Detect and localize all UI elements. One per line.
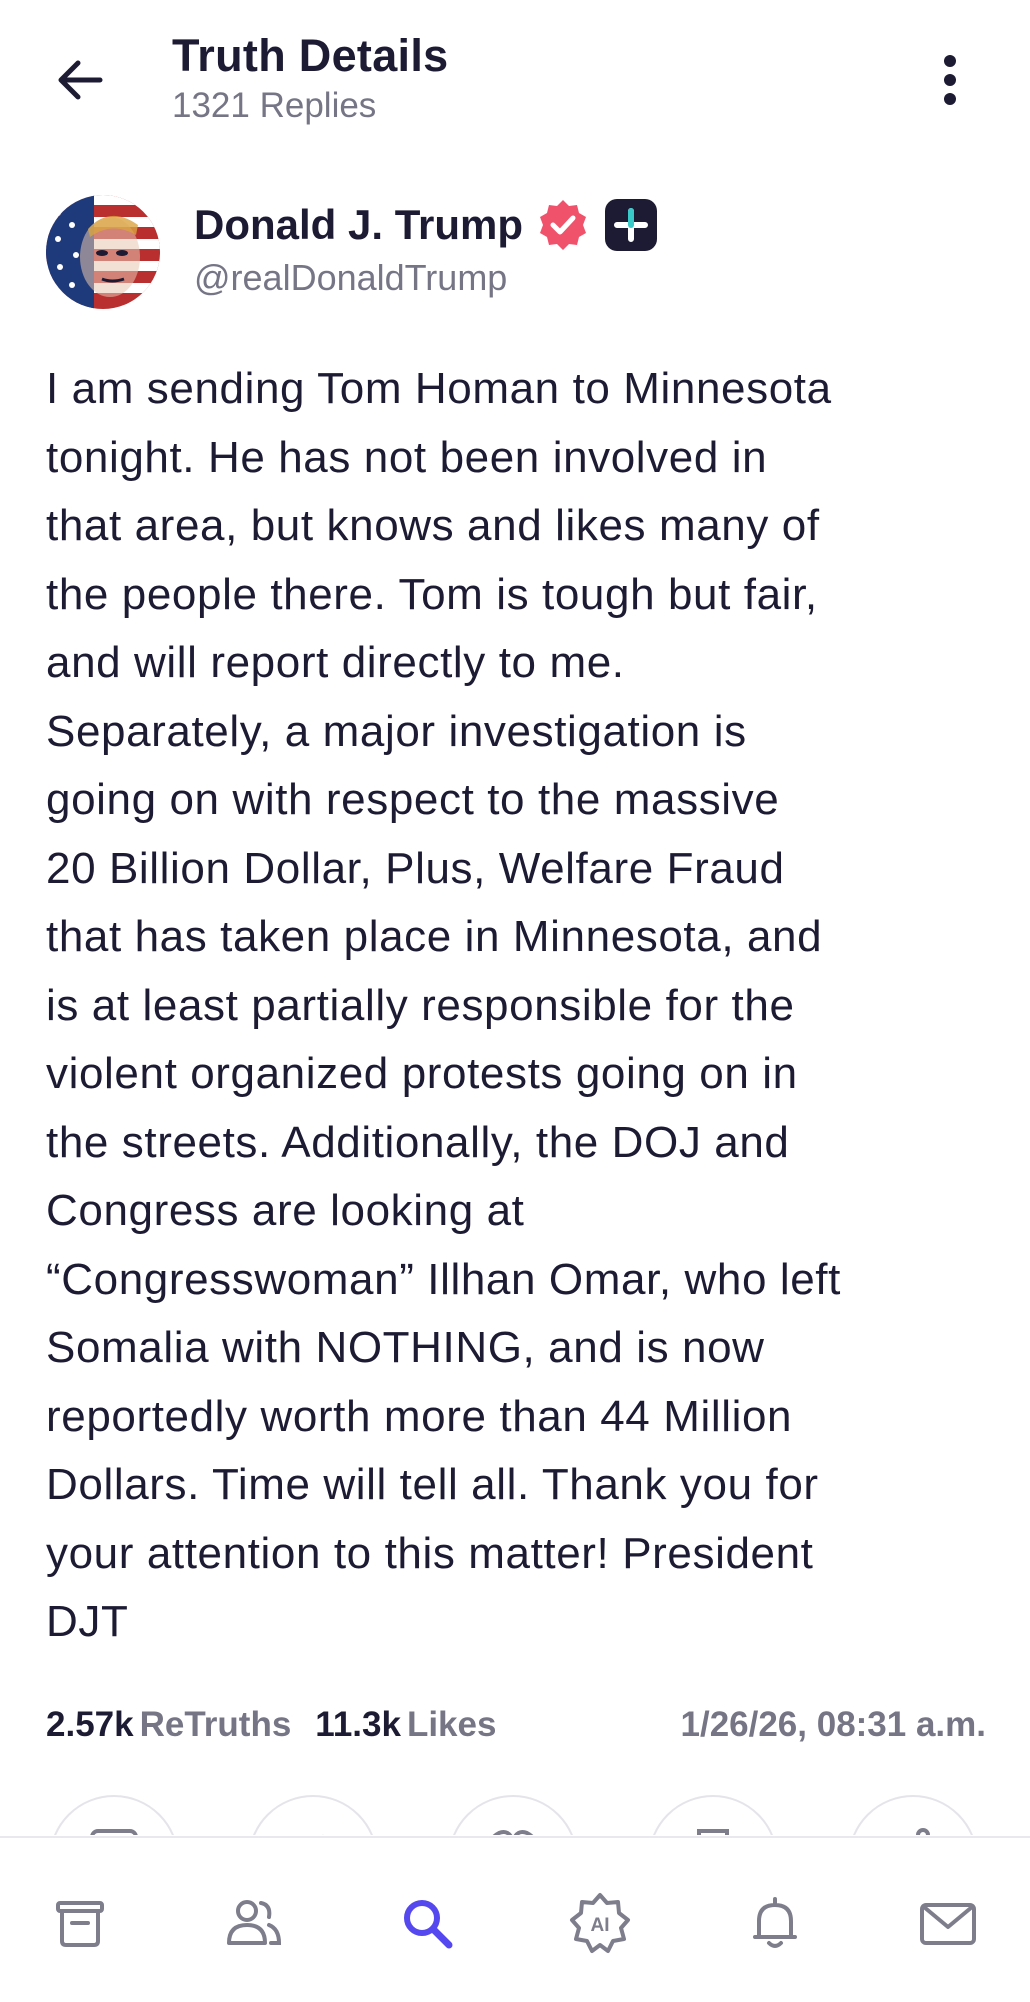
retruth-icon (283, 1823, 343, 1835)
arrow-left-icon (58, 60, 103, 100)
post-stats: 2.57k ReTruths 11.3k Likes 1/26/26, 08:3… (46, 1700, 986, 1750)
ai-icon: AI (570, 1893, 630, 1953)
svg-text:AI: AI (591, 1915, 610, 1936)
nav-ai[interactable]: AI (565, 1888, 635, 1958)
more-options-button[interactable] (920, 45, 980, 115)
verified-badge-icon (540, 200, 587, 250)
avatar[interactable] (46, 195, 160, 309)
retruths-stat[interactable]: 2.57k ReTruths (46, 1705, 291, 1745)
post-actions (0, 1795, 1030, 1835)
messages-icon (920, 1903, 976, 1945)
top-bar: Truth Details 1321 Replies (0, 0, 1030, 150)
search-icon (404, 1900, 453, 1949)
post-author: Donald J. Trump @realDonaldTrump (46, 195, 986, 315)
bookmark-button[interactable] (648, 1795, 778, 1835)
nav-search[interactable] (392, 1888, 462, 1958)
nav-messages[interactable] (913, 1888, 983, 1958)
bookmark-icon (697, 1829, 729, 1835)
more-vertical-icon (944, 55, 956, 105)
replies-count: 1321 Replies (172, 86, 377, 125)
bottom-navigation: AI (0, 1836, 1030, 2002)
nav-home[interactable] (45, 1888, 115, 1958)
retruth-button[interactable] (248, 1795, 378, 1835)
plus-badge-icon (605, 199, 658, 251)
groups-icon (227, 1900, 282, 1945)
author-name[interactable]: Donald J. Trump (194, 201, 523, 249)
notifications-icon (753, 1897, 797, 1948)
nav-groups[interactable] (218, 1888, 288, 1958)
page-title: Truth Details (172, 30, 449, 81)
share-button[interactable] (848, 1795, 978, 1835)
post-timestamp: 1/26/26, 08:31 a.m. (680, 1705, 987, 1744)
like-button[interactable] (448, 1795, 578, 1835)
retruths-count: 2.57k (46, 1705, 134, 1744)
like-icon (492, 1830, 534, 1835)
post-text: I am sending Tom Homan to Minnesota toni… (46, 364, 841, 1646)
likes-stat[interactable]: 11.3k Likes (315, 1705, 496, 1745)
author-name-row: Donald J. Trump (194, 197, 659, 253)
title-block: Truth Details 1321 Replies (172, 30, 448, 126)
reply-button[interactable] (49, 1795, 179, 1835)
retruths-label: ReTruths (139, 1705, 292, 1744)
likes-count: 11.3k (315, 1705, 401, 1744)
author-handle[interactable]: @realDonaldTrump (194, 257, 507, 299)
home-icon (56, 1901, 104, 1947)
reply-icon (90, 1829, 138, 1835)
nav-notifications[interactable] (740, 1888, 810, 1958)
share-icon (916, 1828, 930, 1835)
likes-label: Likes (406, 1705, 497, 1744)
back-button[interactable] (50, 50, 110, 110)
